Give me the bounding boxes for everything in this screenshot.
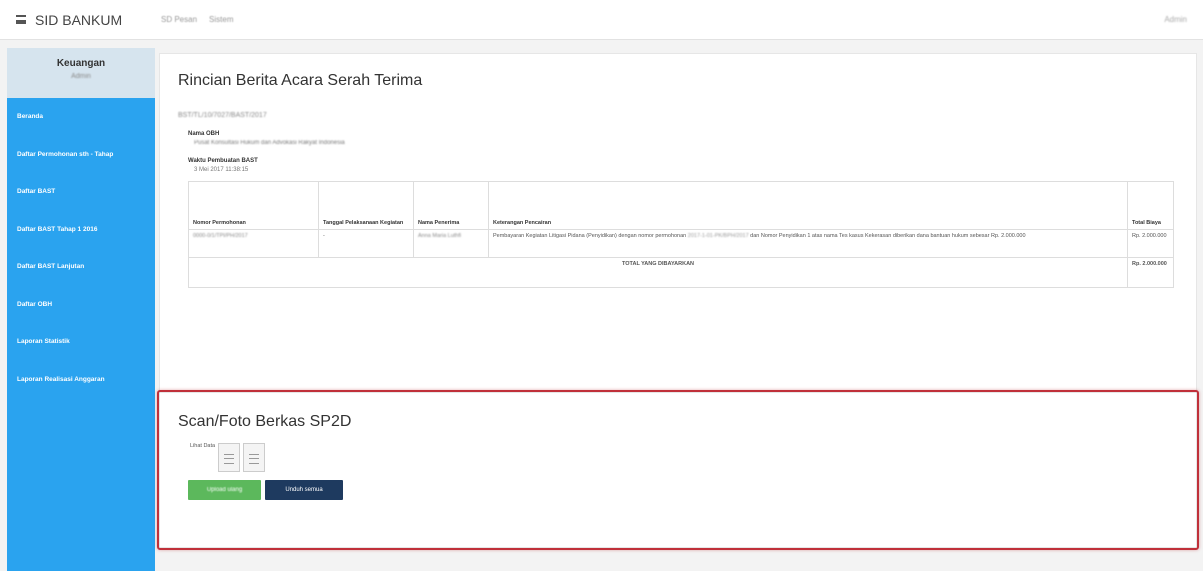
top-nav: SD Pesan Sistem: [155, 15, 233, 24]
bast-table: Nomor Permohonan Tanggal Pelaksanaan Keg…: [188, 181, 1174, 288]
user-menu[interactable]: Admin: [1164, 15, 1187, 24]
topnav-item-sistem[interactable]: Sistem: [209, 15, 233, 24]
cell-nomor: 0000-0/1/TPI/PH/2017: [188, 229, 319, 258]
keterangan-text-end: dan Nomor Penyidikan 1 atas nama Tes kas…: [750, 233, 1026, 239]
highlight-box: [157, 390, 1199, 550]
sidebar-subtitle: Admin: [71, 73, 91, 80]
header-nomor: Nomor Permohonan: [188, 181, 319, 230]
bast-detail-panel: Rincian Berita Acara Serah Terima BST/TL…: [159, 53, 1197, 398]
sidebar-item-laporan-statistik[interactable]: Laporan Statistik: [7, 323, 155, 361]
cell-keterangan: Pembayaran Kegiatan Litigasi Pidana (Pen…: [488, 229, 1128, 258]
obh-field: Nama OBH Pusat Konsultasi Hukum dan Advo…: [178, 131, 1178, 146]
sidebar-item-daftar-bast-lanjutan[interactable]: Daftar BAST Lanjutan: [7, 248, 155, 286]
brand[interactable]: SID BANKUM: [0, 12, 155, 28]
sidebar-item-daftar-bast-tahap[interactable]: Daftar BAST Tahap 1 2016: [7, 211, 155, 249]
sidebar-header: Keuangan Admin: [7, 48, 155, 98]
header-tanggal: Tanggal Pelaksanaan Kegiatan: [318, 181, 414, 230]
cell-total: Rp. 2.000.000: [1127, 229, 1174, 258]
time-label: Waktu Pembuatan BAST: [188, 158, 258, 164]
sidebar-item-daftar-bast[interactable]: Daftar BAST: [7, 173, 155, 211]
sidebar-menu: Beranda Daftar Permohonan sth - Tahap Da…: [7, 98, 155, 398]
obh-label: Nama OBH: [188, 131, 220, 137]
obh-value: Pusat Konsultasi Hukum dan Advokasi Raky…: [194, 140, 345, 146]
sidebar-title: Keuangan: [56, 58, 106, 69]
header-keterangan: Keterangan Pencairan: [488, 181, 1128, 230]
header-penerima: Nama Penerima: [413, 181, 489, 230]
top-navbar: SID BANKUM SD Pesan Sistem Admin: [0, 0, 1203, 40]
total-value: Rp. 2.000.000: [1127, 257, 1174, 288]
page-title: Rincian Berita Acara Serah Terima: [178, 72, 423, 89]
table-row: 0000-0/1/TPI/PH/2017 - Anna Maria Luthfi…: [188, 229, 1174, 258]
total-label: TOTAL YANG DIBAYARKAN: [188, 257, 1128, 288]
sidebar-item-daftar-permohonan[interactable]: Daftar Permohonan sth - Tahap: [7, 136, 155, 174]
table-total-row: TOTAL YANG DIBAYARKAN Rp. 2.000.000: [188, 257, 1174, 288]
menu-icon[interactable]: [16, 15, 26, 24]
topnav-item-pesan[interactable]: SD Pesan: [161, 15, 197, 24]
main-content: Rincian Berita Acara Serah Terima BST/TL…: [159, 53, 1197, 398]
sidebar-item-beranda[interactable]: Beranda: [7, 98, 155, 136]
sidebar-item-daftar-obh[interactable]: Daftar OBH: [7, 286, 155, 324]
keterangan-text-start: Pembayaran Kegiatan Litigasi Pidana (Pen…: [493, 233, 687, 239]
brand-title: SID BANKUM: [35, 11, 123, 28]
table-header-row: Nomor Permohonan Tanggal Pelaksanaan Keg…: [188, 181, 1174, 230]
cell-tanggal: -: [318, 229, 414, 258]
time-value: 3 Mei 2017 11:38:15: [194, 167, 249, 173]
cell-penerima: Anna Maria Luthfi: [413, 229, 489, 258]
header-total: Total Biaya: [1127, 181, 1174, 230]
keterangan-text-blurred: 2017-1-01-PK/BPH/2017: [687, 233, 749, 239]
time-field: Waktu Pembuatan BAST 3 Mei 2017 11:38:15: [178, 158, 1178, 173]
bast-reference: BST/TL/10/7027/BAST/2017: [178, 112, 267, 119]
sidebar-item-laporan-realisasi[interactable]: Laporan Realisasi Anggaran: [7, 361, 155, 399]
sidebar: Keuangan Admin Beranda Daftar Permohonan…: [7, 48, 155, 571]
